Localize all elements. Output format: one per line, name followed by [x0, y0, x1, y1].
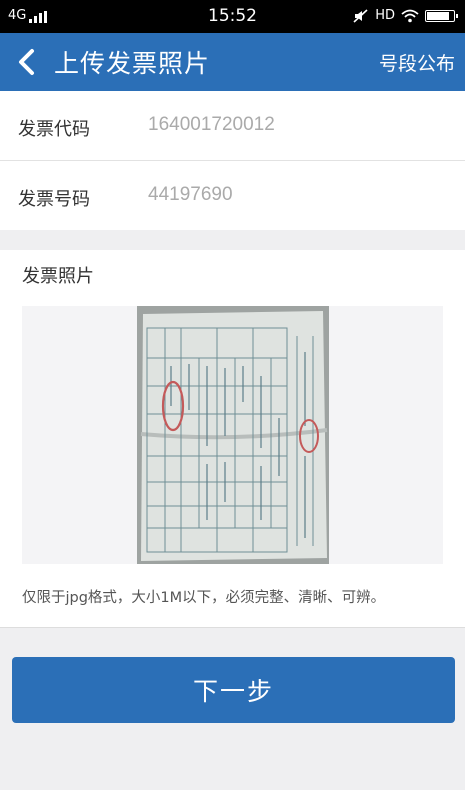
invoice-number-input[interactable]: [148, 179, 448, 211]
invoice-photo[interactable]: [137, 306, 329, 564]
invoice-photo-section: 发票照片 仅限于jpg格式，大小1M以下，必须完整、清晰、可辨。: [0, 250, 465, 628]
mute-icon: [353, 8, 368, 23]
battery-icon: [425, 9, 458, 22]
app-header: 上传发票照片 号段公布: [0, 33, 465, 91]
invoice-code-row: 发票代码: [0, 91, 465, 161]
hd-label: HD: [375, 8, 395, 23]
page-title: 上传发票照片: [54, 49, 211, 78]
back-button[interactable]: [8, 41, 48, 83]
status-bar: 4G 15:52 HD: [0, 0, 465, 33]
invoice-form: 发票代码 发票号码: [0, 91, 465, 230]
status-icons: HD: [353, 8, 458, 23]
invoice-photo-image: [137, 306, 329, 564]
invoice-code-input[interactable]: [148, 109, 448, 141]
invoice-number-row: 发票号码: [0, 161, 465, 230]
photo-upload-area[interactable]: [22, 306, 443, 564]
wifi-icon: [401, 9, 419, 22]
invoice-number-label: 发票号码: [18, 189, 90, 210]
photo-section-title: 发票照片: [22, 266, 94, 287]
number-announcement-link[interactable]: 号段公布: [379, 49, 455, 76]
photo-upload-hint: 仅限于jpg格式，大小1M以下，必须完整、清晰、可辨。: [22, 590, 386, 606]
invoice-code-label: 发票代码: [18, 119, 90, 140]
next-step-button[interactable]: 下一步: [12, 657, 455, 723]
chevron-left-icon: [19, 49, 34, 75]
